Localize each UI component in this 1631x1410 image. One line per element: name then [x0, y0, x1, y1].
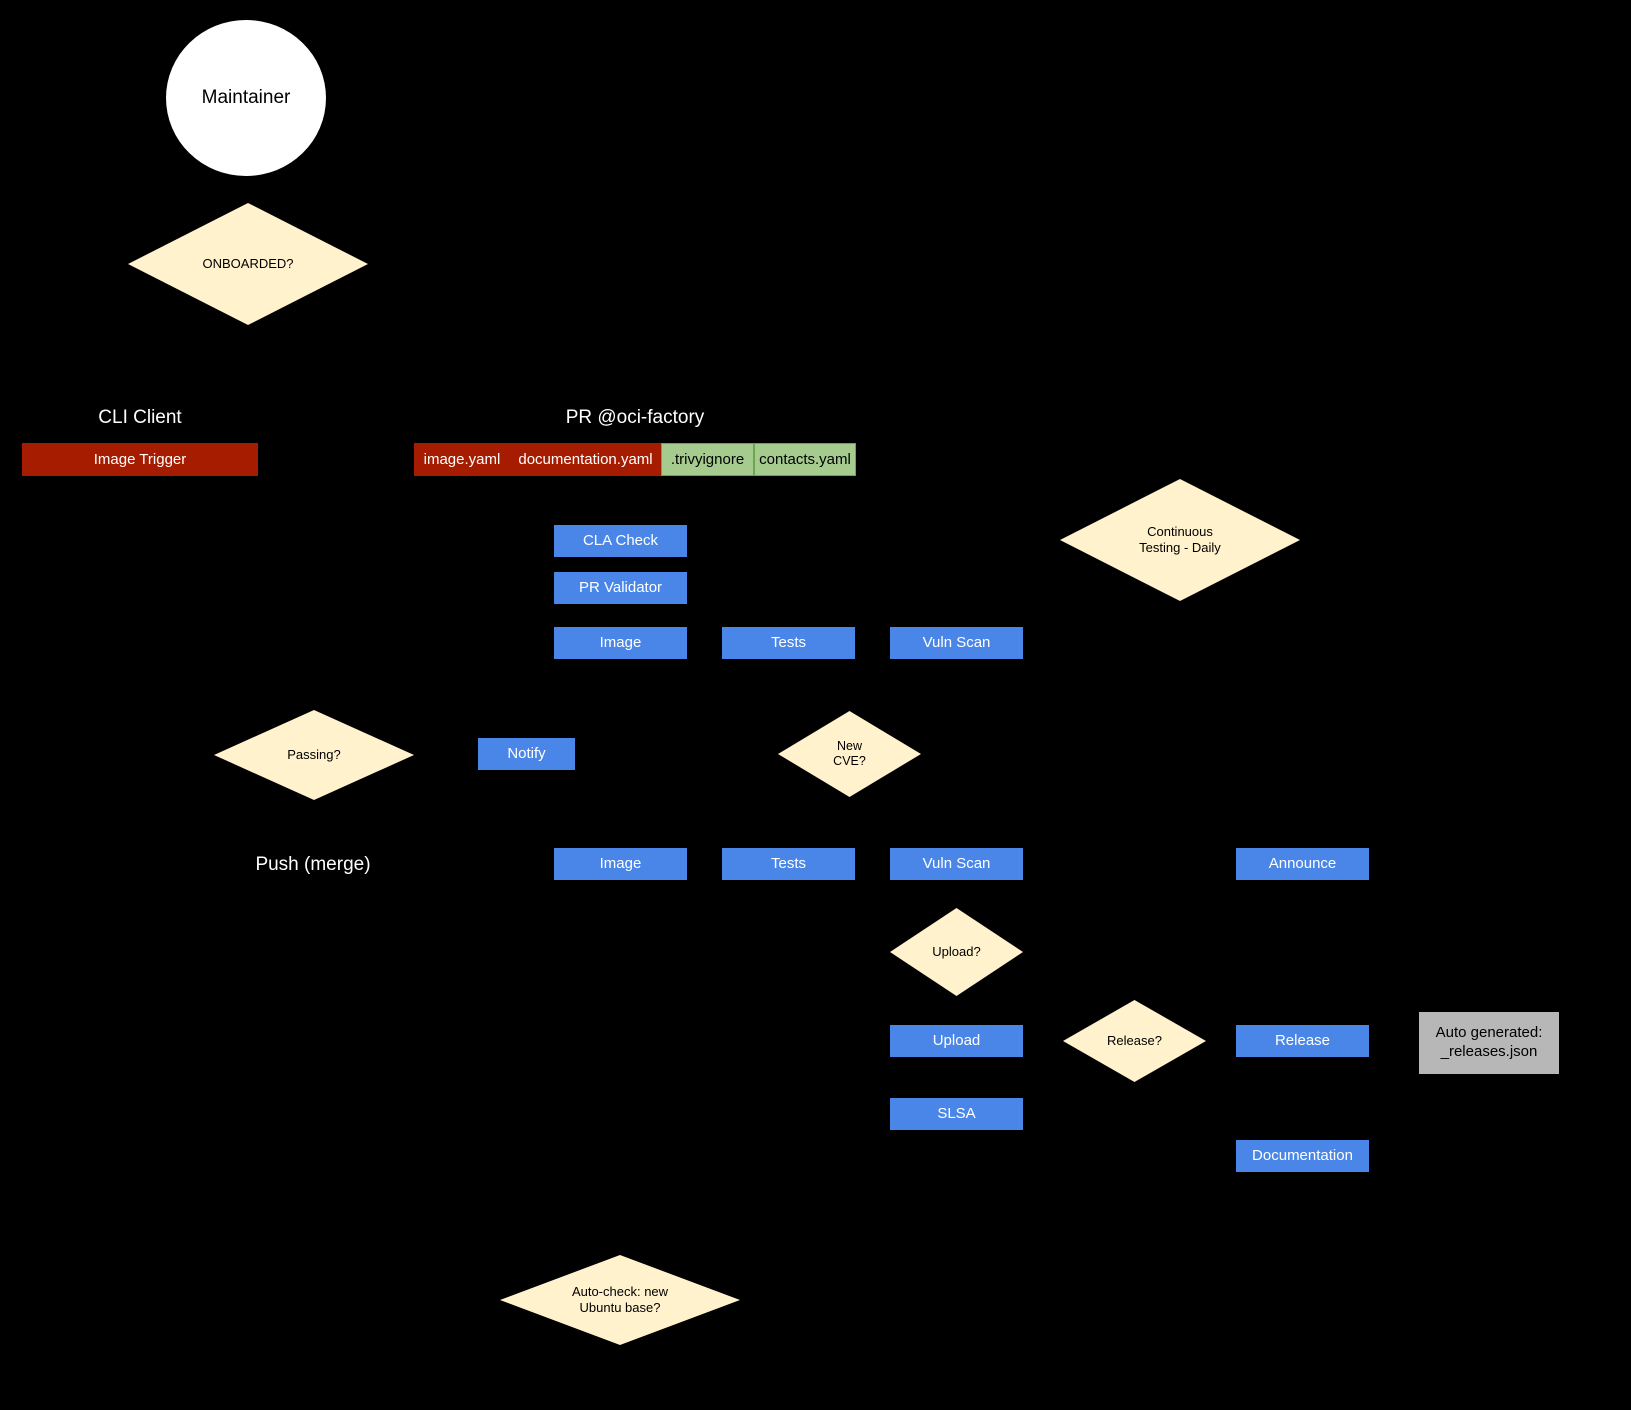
box-pr-tests[interactable]: Tests: [722, 627, 855, 659]
decision-continuous-testing[interactable]: Continuous Testing - Daily: [1060, 479, 1300, 601]
file-box-contacts-yaml-label: contacts.yaml: [759, 450, 851, 468]
box-merge-vuln-scan-label: Vuln Scan: [922, 855, 991, 873]
decision-auto-check-ubuntu-base[interactable]: Auto-check: new Ubuntu base?: [500, 1255, 740, 1345]
box-image-trigger[interactable]: Image Trigger: [22, 443, 258, 476]
decision-onboarded-shape: [128, 203, 368, 325]
decision-passing[interactable]: Passing?: [214, 710, 414, 800]
diagram-canvas: Maintainer ONBOARDED? CLI Client Image T…: [0, 0, 1631, 1410]
file-box-trivyignore-label: .trivyignore: [670, 450, 745, 468]
box-merge-image-label: Image: [599, 855, 642, 873]
note-auto-generated-releases-json: Auto generated: _releases.json: [1419, 1012, 1559, 1074]
box-pr-vuln-scan[interactable]: Vuln Scan: [890, 627, 1023, 659]
lane-label-cli-client: CLI Client: [98, 406, 182, 428]
decision-continuous-testing-shape: [1060, 479, 1300, 601]
box-notify[interactable]: Notify: [478, 738, 575, 770]
box-pr-vuln-scan-label: Vuln Scan: [922, 634, 991, 652]
box-upload[interactable]: Upload: [890, 1025, 1023, 1057]
box-notify-label: Notify: [507, 745, 546, 763]
note-auto-generated-label: Auto generated: _releases.json: [1435, 1024, 1543, 1060]
box-pr-tests-label: Tests: [770, 634, 806, 652]
lane-label-push-merge: Push (merge): [255, 853, 371, 875]
file-box-documentation-yaml-label: documentation.yaml: [518, 450, 653, 468]
box-pr-image-label: Image: [599, 634, 642, 652]
file-box-image-yaml-label: image.yaml: [423, 450, 501, 468]
box-documentation-label: Documentation: [1252, 1147, 1353, 1165]
decision-upload[interactable]: Upload?: [890, 908, 1023, 996]
file-box-documentation-yaml[interactable]: documentation.yaml: [510, 443, 661, 476]
box-release[interactable]: Release: [1236, 1025, 1369, 1057]
box-documentation[interactable]: Documentation: [1236, 1140, 1369, 1172]
decision-upload-shape: [890, 908, 1023, 996]
file-box-image-yaml[interactable]: image.yaml: [414, 443, 510, 476]
box-slsa-label: SLSA: [937, 1105, 976, 1123]
actor-maintainer[interactable]: Maintainer: [166, 20, 326, 176]
file-box-trivyignore[interactable]: .trivyignore: [661, 443, 754, 476]
decision-new-cve[interactable]: New CVE?: [778, 711, 921, 797]
decision-release-shape: [1063, 1000, 1206, 1082]
decision-new-cve-shape: [778, 711, 921, 797]
box-merge-vuln-scan[interactable]: Vuln Scan: [890, 848, 1023, 880]
actor-maintainer-label: Maintainer: [201, 86, 291, 108]
box-pr-validator-label: PR Validator: [578, 579, 663, 597]
box-merge-tests-label: Tests: [770, 855, 806, 873]
box-cla-check-label: CLA Check: [582, 532, 659, 550]
file-box-contacts-yaml[interactable]: contacts.yaml: [754, 443, 856, 476]
decision-auto-check-ubuntu-base-shape: [500, 1255, 740, 1345]
box-upload-label: Upload: [932, 1032, 981, 1050]
box-announce[interactable]: Announce: [1236, 848, 1369, 880]
decision-release[interactable]: Release?: [1063, 1000, 1206, 1082]
decision-onboarded[interactable]: ONBOARDED?: [128, 203, 368, 325]
decision-passing-shape: [214, 710, 414, 800]
box-pr-validator[interactable]: PR Validator: [554, 572, 687, 604]
box-pr-image[interactable]: Image: [554, 627, 687, 659]
box-release-label: Release: [1274, 1032, 1331, 1050]
box-merge-tests[interactable]: Tests: [722, 848, 855, 880]
lane-label-pr-oci-factory: PR @oci-factory: [565, 406, 705, 428]
box-announce-label: Announce: [1268, 855, 1337, 873]
box-image-trigger-label: Image Trigger: [93, 450, 187, 468]
box-cla-check[interactable]: CLA Check: [554, 525, 687, 557]
box-slsa[interactable]: SLSA: [890, 1098, 1023, 1130]
box-merge-image[interactable]: Image: [554, 848, 687, 880]
